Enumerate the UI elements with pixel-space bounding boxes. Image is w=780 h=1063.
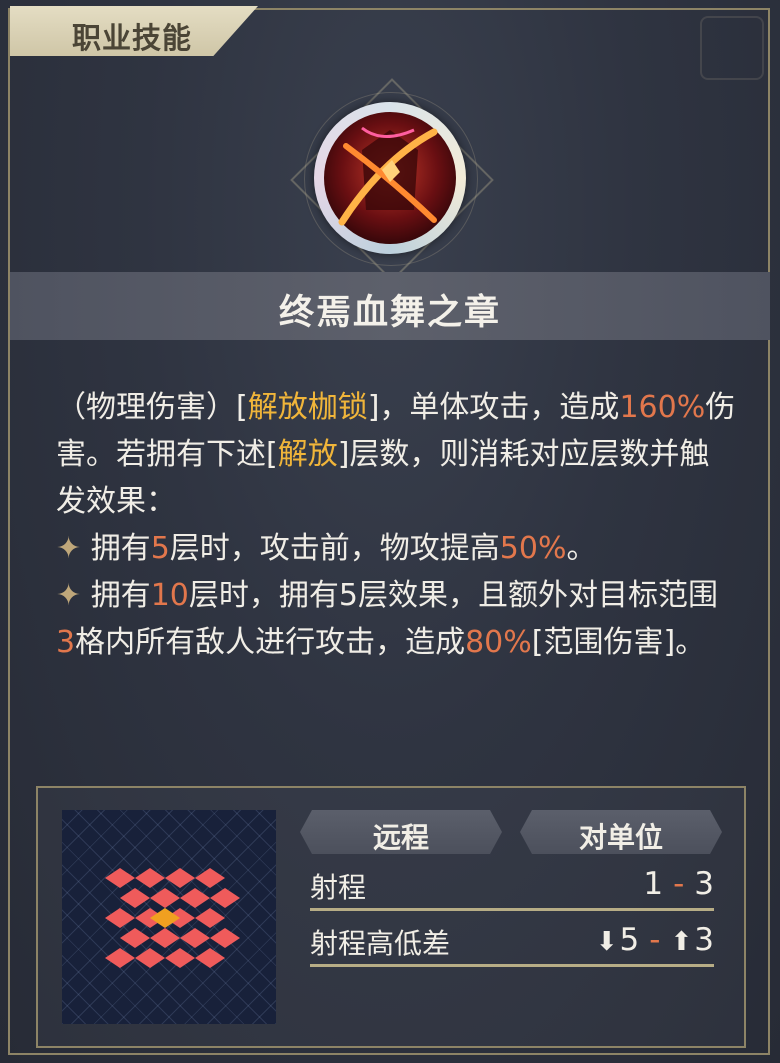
skill-icon-frame xyxy=(290,78,494,282)
divider xyxy=(310,964,714,967)
desc-text: ]，单体攻击，造成 xyxy=(367,390,620,425)
range-separator: - xyxy=(673,866,685,902)
keyword-unleash: 解放 xyxy=(277,437,338,472)
corner-ornament xyxy=(700,16,764,80)
keyword-unleash-shackles: 解放枷锁 xyxy=(247,390,368,425)
skill-description: （物理伤害）[解放枷锁]，单体攻击，造成160%伤害。若拥有下述[解放]层数，则… xyxy=(56,384,736,666)
attack-type-tag: 远程 xyxy=(300,810,502,854)
range-row: 射程 1-3 xyxy=(310,866,714,906)
damage-percent: 160% xyxy=(619,390,706,425)
divider xyxy=(310,908,714,911)
height-diff-row: 射程高低差 ⬇5- ⬆3 xyxy=(310,922,714,962)
arrow-up-icon: ⬆ xyxy=(670,927,693,957)
range-tiles xyxy=(105,868,240,968)
attack-bonus-percent: 50% xyxy=(499,531,567,566)
target-type-label: 对单位 xyxy=(578,821,663,854)
height-up: 3 xyxy=(694,922,714,958)
bullet-text: 拥有 xyxy=(90,578,151,613)
sparkle-icon: ✦ xyxy=(56,578,91,613)
bullet-text: 。 xyxy=(566,531,597,566)
area-damage-percent: 80% xyxy=(465,625,532,660)
bullet-text: [范围伤害]。 xyxy=(531,625,706,660)
stack-count: 5 xyxy=(150,531,170,566)
range-min: 1 xyxy=(643,866,664,902)
range-max: 3 xyxy=(694,866,714,902)
bullet-text: 拥有 xyxy=(90,531,151,566)
attack-type-label: 远程 xyxy=(372,821,429,854)
skill-card: 职业技能 终焉血舞之章 （物理伤害）[解放枷锁]，单体攻击，造成160%伤害。若… xyxy=(0,0,780,1063)
sparkle-icon: ✦ xyxy=(56,531,91,566)
range-label: 射程 xyxy=(310,871,367,904)
range-value: 1-3 xyxy=(643,866,714,902)
target-type-tag: 对单位 xyxy=(520,810,722,854)
arrow-down-icon: ⬇ xyxy=(595,927,618,957)
height-down: 5 xyxy=(619,922,640,958)
attack-range-grid xyxy=(62,810,276,1024)
skill-name-bar: 终焉血舞之章 xyxy=(10,272,770,340)
height-diff-value: ⬇5- ⬆3 xyxy=(596,922,714,958)
height-separator: - xyxy=(649,922,661,958)
skill-name: 终焉血舞之章 xyxy=(278,293,501,333)
area-range: 3 xyxy=(56,625,76,660)
header-title: 职业技能 xyxy=(72,21,193,55)
desc-text: （物理伤害）[ xyxy=(56,390,248,425)
bullet-text: 层时，拥有5层效果，且额外对目标范围 xyxy=(188,578,718,613)
stack-count: 10 xyxy=(150,578,189,613)
bullet-text: 层时，攻击前，物攻提高 xyxy=(169,531,500,566)
bullet-text: 格内所有敌人进行攻击，造成 xyxy=(75,625,466,660)
crimson-slash-icon[interactable] xyxy=(314,102,466,254)
height-diff-label: 射程高低差 xyxy=(310,927,451,960)
